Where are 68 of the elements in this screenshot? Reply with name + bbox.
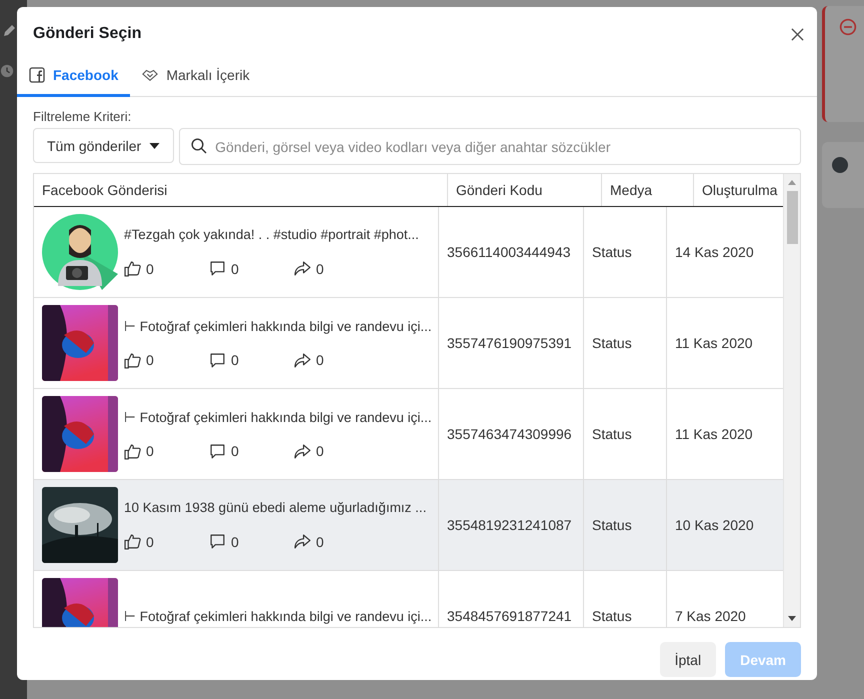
table-cell-text: 11 Kas 2020 [674,334,754,353]
cancel-button[interactable]: İptal [660,642,716,677]
column-header[interactable]: Gönderi Kodu [448,174,602,206]
table-cell-text: 7 Kas 2020 [674,607,747,626]
table-cell-text: 11 Kas 2020 [674,425,754,444]
post-text: 10 Kasım 1938 günü ebedi aleme uğurladığımız ... [124,500,426,515]
comment-icon [209,533,226,550]
column-header[interactable]: Oluşturulma [694,174,783,206]
pencil-icon [2,22,18,38]
scrollbar-thumb[interactable] [786,191,798,244]
comment-count: 0 [231,443,239,459]
table-row[interactable]: 10 Kasım 1938 günü ebedi aleme uğurladığımız ... 0 0 0 3554819231241087 Status 10 Kas 2020 [34,480,783,571]
dialog-title: Gönderi Seçin [33,25,142,43]
post-text: ⊢ Fotoğraf çekimleri hakkında bilgi ve randevu içi... [124,318,432,334]
share-icon [294,260,311,277]
thumbs-up-icon [124,533,141,550]
table-cell: 3557476190975391 [439,298,584,388]
table-row[interactable]: ⊢ Fotoğraf çekimleri hakkında bilgi ve randevu içi... 0 0 0 3557476190975391 Status 11 Kas 2020 [34,298,783,389]
thumbs-up-icon [124,442,141,460]
search-icon [191,138,208,154]
table-row[interactable]: #Tezgah çok yakında! . . #studio #portrait #phot... 0 0 0 3566114003444943 Status 14 Kas 2020 [34,207,783,298]
share-count: 0 [316,534,324,550]
table-cell: Status [584,480,667,570]
share-count: 0 [316,443,324,459]
table-cell: Status [584,298,667,388]
scrollbar[interactable] [783,174,800,627]
post-text: #Tezgah çok yakında! . . #studio #portrait #phot... [124,227,419,242]
table-cell: 3557463474309996 [439,389,584,479]
table-cell: Status [584,389,667,479]
like-count: 0 [146,443,154,459]
table-cell-text: 14 Kas 2020 [674,243,755,262]
comment-icon [209,352,226,368]
share-count: 0 [316,260,324,276]
column-header[interactable]: Facebook Gönderisi [34,174,448,206]
like-count: 0 [146,352,154,368]
like-count: 0 [146,534,154,550]
thumbs-up-icon [124,260,141,277]
caret-icon [149,142,160,148]
table-cell: 3554819231241087 [439,480,584,570]
scroll-down-icon[interactable] [788,616,796,621]
table-cell: Status [584,207,667,297]
table-cell-text: 10 Kas 2020 [674,516,755,535]
scroll-up-icon[interactable] [788,180,796,185]
comment-icon [209,442,226,460]
share-icon [294,352,311,368]
comment-icon [209,260,226,277]
tab[interactable]: Markalı İçerik [130,57,262,97]
share-icon [294,442,311,460]
facebook-icon [29,67,45,83]
table-cell: 3548457691877241 [439,571,584,627]
share-icon [294,533,311,550]
filter-label: Filtreleme Kriteri: [33,109,132,124]
search-field[interactable]: Gönderi, görsel veya video kodları veya diğer anahtar sözcükler [179,128,801,165]
comment-count: 0 [231,534,239,550]
table-cell: 3566114003444943 [439,207,584,297]
tab[interactable]: Facebook [17,57,130,97]
post-text: ⊢ Fotoğraf çekimleri hakkında bilgi ve randevu içi... [124,608,432,624]
minus-circle-icon [839,18,857,36]
thumbs-up-icon [124,352,141,368]
comment-count: 0 [231,352,239,368]
filter-dropdown[interactable]: Tüm gönderiler [33,128,174,163]
toggle-switch[interactable] [822,142,864,208]
comment-count: 0 [231,260,239,276]
share-count: 0 [316,352,324,368]
column-header[interactable]: Medya [602,174,694,206]
close-icon[interactable] [791,28,804,40]
like-count: 0 [146,260,154,276]
post-text: ⊢ Fotoğraf çekimleri hakkında bilgi ve randevu içi... [124,408,432,424]
